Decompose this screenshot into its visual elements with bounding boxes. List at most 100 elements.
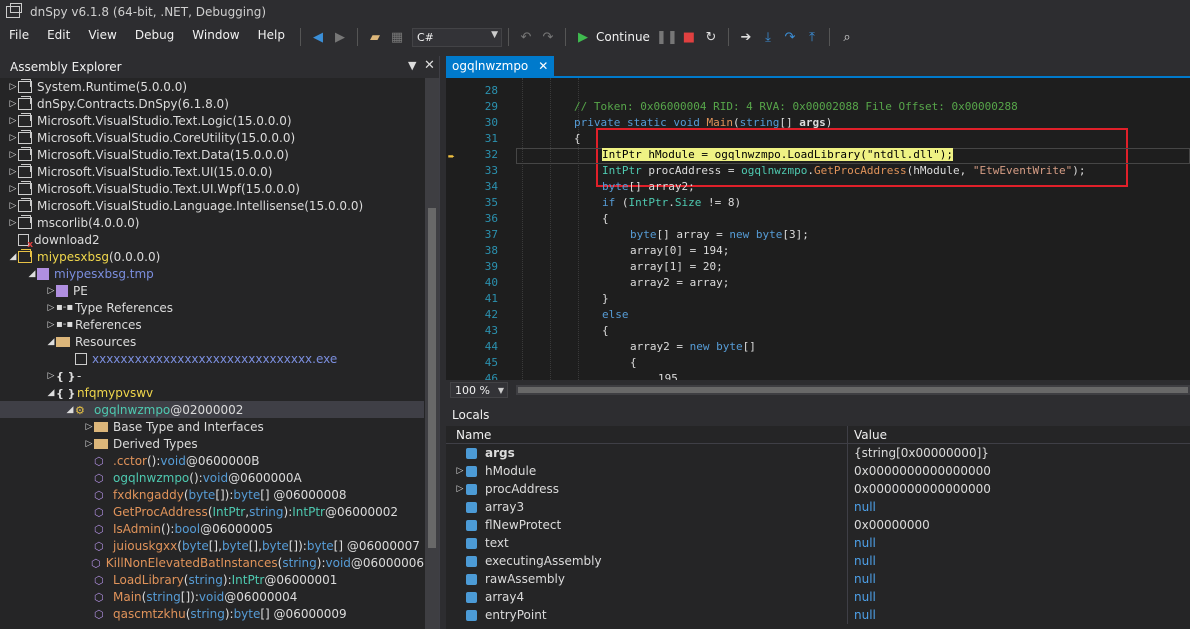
tree-node[interactable]: ▷ mscorlib (4.0.0.0) bbox=[0, 214, 424, 231]
locals-row[interactable]: ▷ procAddress 0x0000000000000000 bbox=[446, 480, 1190, 498]
code-line[interactable]: 46 195 bbox=[446, 372, 1190, 380]
menu-debug[interactable]: Debug bbox=[126, 24, 183, 50]
code-line[interactable]: 30 private static void Main(string[] args… bbox=[446, 116, 1190, 132]
expand-toggle-icon[interactable]: ▷ bbox=[454, 484, 466, 494]
tree-node[interactable]: ⬡ IsAdmin() : bool @06000005 bbox=[0, 520, 424, 537]
search-icon[interactable]: ⌕ bbox=[836, 26, 858, 48]
code-line[interactable]: 29 // Token: 0x06000004 RID: 4 RVA: 0x000… bbox=[446, 100, 1190, 116]
tree-node[interactable]: ▷ Microsoft.VisualStudio.Language.Intelli… bbox=[0, 197, 424, 214]
code-line[interactable]: 36 { bbox=[446, 212, 1190, 228]
code-line[interactable]: 28 bbox=[446, 84, 1190, 100]
tree-node[interactable]: ▷ dnSpy.Contracts.DnSpy (6.1.8.0) bbox=[0, 95, 424, 112]
tree-node[interactable]: ⬡ fxdkngaddy(byte[]) : byte[] @06000008 bbox=[0, 486, 424, 503]
code-editor[interactable]: 28 29 // Token: 0x06000004 RID: 4 RVA: 0x0… bbox=[446, 78, 1190, 380]
menu-window[interactable]: Window bbox=[183, 24, 248, 50]
menu-view[interactable]: View bbox=[79, 24, 125, 50]
editor-horizontal-scrollbar[interactable] bbox=[516, 385, 1190, 395]
tree-node[interactable]: ▷ ▪-▪ Type References bbox=[0, 299, 424, 316]
code-line[interactable]: 37 byte[] array = new byte[3]; bbox=[446, 228, 1190, 244]
column-header-value[interactable]: Value bbox=[848, 426, 887, 444]
code-line[interactable]: 41} bbox=[446, 292, 1190, 308]
tree-node[interactable]: ▷{ } - bbox=[0, 367, 424, 384]
tree-node[interactable]: ▷ Microsoft.VisualStudio.Text.Data (15.0.… bbox=[0, 146, 424, 163]
zoom-select[interactable]: 100 % ▼ bbox=[450, 382, 508, 398]
expand-toggle-icon[interactable]: ▷ bbox=[8, 184, 18, 194]
locals-row[interactable]: array4 null bbox=[446, 588, 1190, 606]
expand-toggle-icon[interactable]: ▷ bbox=[8, 82, 18, 92]
step-into-icon[interactable]: ⤓ bbox=[757, 26, 779, 48]
tree-scrollbar-thumb[interactable] bbox=[428, 208, 436, 548]
step-out-icon[interactable]: ⤒ bbox=[801, 26, 823, 48]
tree-node[interactable]: ▷ Microsoft.VisualStudio.Text.UI.Wpf (15.… bbox=[0, 180, 424, 197]
continue-button[interactable]: Continue bbox=[596, 30, 650, 44]
code-line[interactable]: 33 IntPtr procAddress = ogqlnwzmpo.GetPro… bbox=[446, 164, 1190, 180]
expand-toggle-icon[interactable]: ◢ bbox=[27, 269, 37, 279]
tree-node[interactable]: download2 bbox=[0, 231, 424, 250]
tree-node[interactable]: ⬡ qascmtzkhu(string) : byte[] @06000009 bbox=[0, 605, 424, 622]
code-line[interactable]: 39 array[1] = 20; bbox=[446, 260, 1190, 276]
expand-toggle-icon[interactable]: ▷ bbox=[8, 133, 18, 143]
locals-row[interactable]: executingAssembly null bbox=[446, 552, 1190, 570]
expand-toggle-icon[interactable]: ▷ bbox=[8, 116, 18, 126]
locals-row[interactable]: array3 null bbox=[446, 498, 1190, 516]
code-line[interactable]: 42 else bbox=[446, 308, 1190, 324]
expand-toggle-icon[interactable]: ▷ bbox=[46, 320, 56, 330]
code-line[interactable]: 45 { bbox=[446, 356, 1190, 372]
tree-node[interactable]: ⬡ Main(string[]) : void @06000004 bbox=[0, 588, 424, 605]
menu-help[interactable]: Help bbox=[249, 24, 294, 50]
editor-scrollbar-thumb[interactable] bbox=[518, 387, 1188, 393]
expand-toggle-icon[interactable]: ◢ bbox=[8, 252, 18, 262]
locals-row[interactable]: text null bbox=[446, 534, 1190, 552]
tree-node[interactable]: ◢ ⚙ ogqlnwzmpo @02000002 bbox=[0, 401, 424, 418]
expand-toggle-icon[interactable]: ▷ bbox=[8, 167, 18, 177]
tree-node[interactable]: xxxxxxxxxxxxxxxxxxxxxxxxxxxxxxx.exe bbox=[0, 350, 424, 367]
continue-play-icon[interactable]: ▶ bbox=[572, 26, 594, 48]
tree-node[interactable]: ▷ Microsoft.VisualStudio.Text.UI (15.0.0.… bbox=[0, 163, 424, 180]
code-line[interactable]: 38 array[0] = 194; bbox=[446, 244, 1190, 260]
undo-icon[interactable]: ↶ bbox=[515, 26, 537, 48]
expand-toggle-icon[interactable]: ▷ bbox=[8, 99, 18, 109]
expand-toggle-icon[interactable]: ▷ bbox=[46, 303, 56, 313]
navigate-forward-icon[interactable]: ▶ bbox=[329, 26, 351, 48]
expand-toggle-icon[interactable]: ▷ bbox=[8, 218, 18, 228]
tree-node[interactable]: ▷ PE bbox=[0, 282, 424, 299]
locals-row[interactable]: flNewProtect 0x00000000 bbox=[446, 516, 1190, 534]
expand-toggle-icon[interactable]: ◢ bbox=[46, 337, 56, 347]
code-line[interactable]: 40 array2 = array; bbox=[446, 276, 1190, 292]
tree-node[interactable]: ◢ miypesxbsg (0.0.0.0) bbox=[0, 248, 424, 265]
locals-row[interactable]: rawAssembly null bbox=[446, 570, 1190, 588]
code-line[interactable]: 44 array2 = new byte[] bbox=[446, 340, 1190, 356]
tree-node[interactable]: ▷ ▪-▪ References bbox=[0, 316, 424, 333]
open-file-icon[interactable]: ▰ bbox=[364, 26, 386, 48]
tree-node[interactable]: ⬡ LoadLibrary(string) : IntPtr @06000001 bbox=[0, 571, 424, 588]
expand-toggle-icon[interactable]: ▷ bbox=[46, 371, 56, 381]
save-all-icon[interactable]: ▦ bbox=[386, 26, 408, 48]
code-line[interactable]: 43 { bbox=[446, 324, 1190, 340]
restart-icon[interactable]: ↻ bbox=[700, 26, 722, 48]
expand-toggle-icon[interactable]: ◢ bbox=[65, 405, 75, 415]
menu-edit[interactable]: Edit bbox=[38, 24, 79, 50]
code-line[interactable]: 35 if (IntPtr.Size != 8) bbox=[446, 196, 1190, 212]
tree-node[interactable]: ◢{ } nfqmypvswv bbox=[0, 384, 424, 401]
navigate-back-icon[interactable]: ◀ bbox=[307, 26, 329, 48]
menu-file[interactable]: File bbox=[0, 24, 38, 50]
tree-node[interactable]: ▷ Microsoft.VisualStudio.CoreUtility (15.… bbox=[0, 129, 424, 146]
step-over-icon[interactable]: ↷ bbox=[779, 26, 801, 48]
expand-toggle-icon[interactable]: ▷ bbox=[46, 286, 56, 296]
tree-node[interactable]: ▷ Microsoft.VisualStudio.Text.Logic (15.0… bbox=[0, 112, 424, 129]
column-header-name[interactable]: Name bbox=[446, 426, 848, 444]
tree-node[interactable]: ⬡ .cctor() : void @0600000B bbox=[0, 452, 424, 469]
expand-toggle-icon[interactable]: ▷ bbox=[8, 150, 18, 160]
panel-menu-chevron-icon[interactable]: ▼ bbox=[408, 59, 416, 72]
locals-row[interactable]: ▷ hModule 0x0000000000000000 bbox=[446, 462, 1190, 480]
expand-toggle-icon[interactable]: ▷ bbox=[84, 422, 94, 432]
tree-node[interactable]: ⬡ ogqlnwzmpo() : void @0600000A bbox=[0, 469, 424, 486]
language-select[interactable]: C# ▼ bbox=[411, 27, 502, 47]
close-panel-icon[interactable]: ✕ bbox=[424, 58, 435, 73]
redo-icon[interactable]: ↷ bbox=[537, 26, 559, 48]
tree-node[interactable]: ▷ Derived Types bbox=[0, 435, 424, 452]
expand-toggle-icon[interactable]: ▷ bbox=[84, 439, 94, 449]
close-tab-icon[interactable]: ✕ bbox=[538, 59, 548, 73]
tree-node[interactable]: ⬡ KillNonElevatedBatInstances(string) : v… bbox=[0, 554, 424, 571]
code-line[interactable]: 34 byte[] array2; bbox=[446, 180, 1190, 196]
